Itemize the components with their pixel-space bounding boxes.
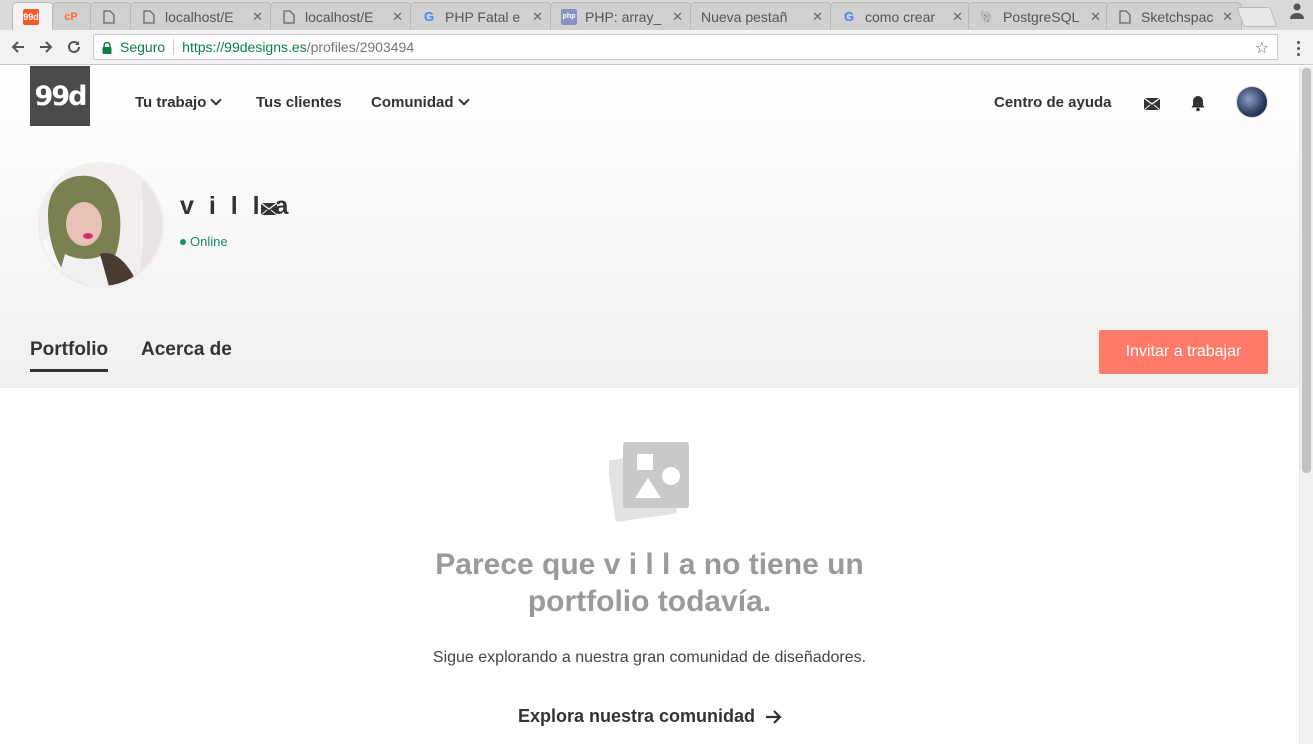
browser-tab[interactable]: G como crear ✕ <box>830 2 972 30</box>
browser-toolbar: Seguro https://99designs.es /profiles/29… <box>0 30 1313 65</box>
nav-label: Comunidad <box>371 94 454 111</box>
reload-button[interactable] <box>62 35 86 59</box>
tab-title: Sketchspac <box>1141 8 1214 25</box>
browser-tab[interactable]: localhost/E ✕ <box>130 2 272 30</box>
tab-title: PostgreSQL <box>1003 8 1080 25</box>
nav-tus-clientes[interactable]: Tus clientes <box>256 94 342 111</box>
empty-portfolio-title: Parece que v i l l a no tiene un portfol… <box>0 546 1299 620</box>
invite-to-work-button[interactable]: Invitar a trabajar <box>1099 330 1268 374</box>
chevron-down-icon <box>457 94 470 106</box>
browser-tab-99designs[interactable]: 99d <box>12 2 54 30</box>
browser-tab-blank[interactable] <box>90 2 132 30</box>
explore-community-label: Explora nuestra comunidad <box>518 706 756 726</box>
nav-tu-trabajo[interactable]: Tu trabajo <box>135 94 223 111</box>
divider <box>173 39 175 55</box>
close-icon[interactable]: ✕ <box>392 9 403 25</box>
close-icon[interactable]: ✕ <box>1090 9 1101 25</box>
chevron-down-icon <box>210 94 223 106</box>
document-icon <box>281 9 297 25</box>
tab-title: PHP Fatal e <box>445 8 521 25</box>
bell-icon[interactable] <box>1189 94 1207 112</box>
close-icon[interactable]: ✕ <box>252 9 263 25</box>
google-icon: G <box>843 9 855 24</box>
new-tab-button[interactable] <box>1236 7 1278 27</box>
document-icon <box>141 9 157 25</box>
secure-label: Seguro <box>120 39 166 55</box>
url-path: /profiles/2903494 <box>306 39 415 55</box>
browser-tab[interactable]: Sketchspac ✕ <box>1106 2 1242 30</box>
help-center-link[interactable]: Centro de ayuda <box>994 94 1112 111</box>
forward-button[interactable] <box>34 35 58 59</box>
mail-icon[interactable] <box>1143 97 1161 111</box>
address-bar[interactable]: Seguro https://99designs.es /profiles/29… <box>93 34 1278 60</box>
close-icon[interactable]: ✕ <box>952 9 963 25</box>
send-message-icon[interactable] <box>260 202 278 220</box>
bookmark-star-icon[interactable]: ☆ <box>1255 38 1269 58</box>
browser-tab[interactable]: php PHP: array_ ✕ <box>550 2 692 30</box>
empty-title-line: portfolio todavía. <box>527 585 772 618</box>
tab-title: localhost/E <box>165 8 234 25</box>
online-status: Online <box>180 234 228 249</box>
profile-header: 99d Tu trabajo Tus clientes Comunidad Ce… <box>0 66 1299 388</box>
tab-portfolio[interactable]: Portfolio <box>30 339 109 372</box>
page-viewport: 99d Tu trabajo Tus clientes Comunidad Ce… <box>0 66 1299 744</box>
google-icon: G <box>423 9 435 24</box>
cpanel-favicon-icon: cP <box>64 10 78 23</box>
browser-tab[interactable]: localhost/E ✕ <box>270 2 412 30</box>
document-icon <box>1117 9 1133 25</box>
online-dot-icon <box>180 238 186 245</box>
close-icon[interactable]: ✕ <box>532 9 543 25</box>
browser-tab-cpanel[interactable]: cP <box>52 2 92 30</box>
browser-tab-strip: 99d cP localhost/E ✕ localhost/E ✕ G PHP… <box>0 0 1313 30</box>
lock-icon <box>102 41 112 54</box>
explore-community-link[interactable]: Explora nuestra comunidad <box>518 706 783 727</box>
empty-portfolio-subtitle: Sigue explorando a nuestra gran comunida… <box>432 649 867 666</box>
browser-menu-button[interactable] <box>1288 38 1308 58</box>
close-icon[interactable]: ✕ <box>1222 9 1233 25</box>
tab-acerca-de[interactable]: Acerca de <box>141 339 232 361</box>
postgresql-icon: 🐘 <box>979 9 995 24</box>
empty-portfolio-icon <box>607 442 691 524</box>
site-logo[interactable]: 99d <box>30 66 90 126</box>
tab-title: localhost/E <box>305 8 374 25</box>
back-button[interactable] <box>6 35 30 59</box>
url-host: https://99designs.es <box>182 39 307 55</box>
browser-tab[interactable]: Nueva pestañ ✕ <box>690 2 832 30</box>
scrollbar-thumb[interactable] <box>1302 68 1311 473</box>
nav-label: Tu trabajo <box>135 94 207 111</box>
99designs-favicon-icon: 99d <box>23 8 39 25</box>
page-scrollbar[interactable] <box>1299 66 1313 744</box>
tab-title: como crear <box>865 8 936 25</box>
empty-title-line: Parece que v i l l a no tiene un <box>435 548 864 581</box>
nav-label: Tus clientes <box>256 94 342 111</box>
nav-comunidad[interactable]: Comunidad <box>371 94 470 111</box>
browser-tab[interactable]: G PHP Fatal e ✕ <box>410 2 552 30</box>
user-avatar[interactable] <box>1236 86 1268 118</box>
tab-title: PHP: array_ <box>585 8 662 25</box>
tab-title: Nueva pestañ <box>701 8 788 25</box>
document-icon <box>101 9 117 25</box>
php-icon: php <box>561 8 577 25</box>
profile-photo <box>38 162 164 288</box>
online-status-label: Online <box>190 234 228 249</box>
browser-profile-icon[interactable] <box>1289 2 1307 22</box>
close-icon[interactable]: ✕ <box>812 9 823 25</box>
arrow-right-icon <box>766 709 782 724</box>
browser-tab[interactable]: 🐘 PostgreSQL ✕ <box>968 2 1110 30</box>
close-icon[interactable]: ✕ <box>672 9 683 25</box>
